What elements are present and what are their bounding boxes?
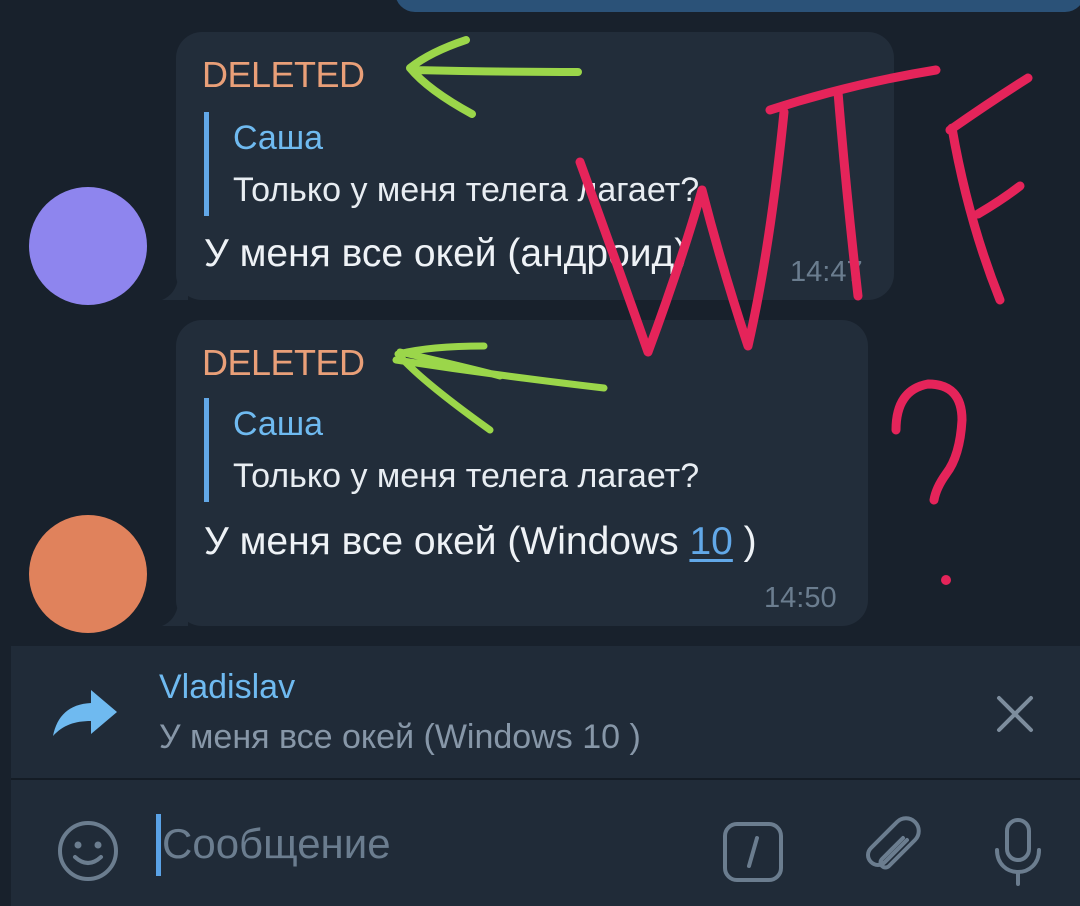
reply-quote[interactable]: Саша Только у меня телега лагает? (204, 398, 699, 502)
message-time: 14:47 (790, 256, 863, 288)
forward-author: Vladislav (159, 668, 296, 706)
sender-name[interactable]: DELETED (202, 342, 365, 384)
bubble-tail-icon (162, 604, 188, 626)
emoji-icon[interactable] (55, 818, 121, 884)
microphone-icon[interactable] (985, 816, 1051, 888)
handwritten-dot (941, 575, 951, 585)
sender-name[interactable]: DELETED (202, 54, 365, 96)
message-text: У меня все окей (Windows 10 ) (204, 520, 757, 564)
reply-text: Только у меня телега лагает? (233, 171, 700, 209)
bot-command-icon[interactable] (721, 820, 785, 884)
message-placeholder: Сообщение (162, 820, 391, 867)
message-text-part: ) (732, 520, 757, 563)
text-caret (156, 814, 161, 876)
handwritten-f (945, 73, 1033, 305)
message-text-part: У меня все окей (Windows (204, 520, 690, 563)
message-link[interactable]: 10 (689, 520, 732, 563)
previous-message-bubble[interactable] (395, 0, 1080, 12)
avatar[interactable] (29, 187, 147, 305)
message-composer: Сообщение (11, 780, 1080, 906)
handwritten-question-mark (891, 379, 967, 505)
reply-author: Саша (233, 119, 324, 157)
avatar[interactable] (29, 515, 147, 633)
reply-text: Только у меня телега лагает? (233, 457, 700, 495)
bubble-tail-icon (162, 278, 188, 300)
reply-author: Саша (233, 405, 324, 443)
forward-preview-panel[interactable]: Vladislav У меня все окей (Windows 10 ) (11, 646, 1080, 780)
message-input[interactable]: Сообщение (156, 810, 676, 876)
message-text: У меня все окей (андроид) (204, 232, 688, 275)
message-bubble[interactable]: DELETED Саша Только у меня телега лагает… (162, 32, 894, 300)
attach-icon[interactable] (859, 816, 927, 884)
close-icon[interactable] (993, 692, 1037, 736)
reply-quote[interactable]: Саша Только у меня телега лагает? (204, 112, 699, 216)
forward-arrow-icon (53, 690, 117, 736)
message-time: 14:50 (764, 582, 837, 614)
forward-text: У меня все окей (Windows 10 ) (159, 718, 641, 756)
message-bubble[interactable]: DELETED Саша Только у меня телега лагает… (162, 320, 868, 626)
